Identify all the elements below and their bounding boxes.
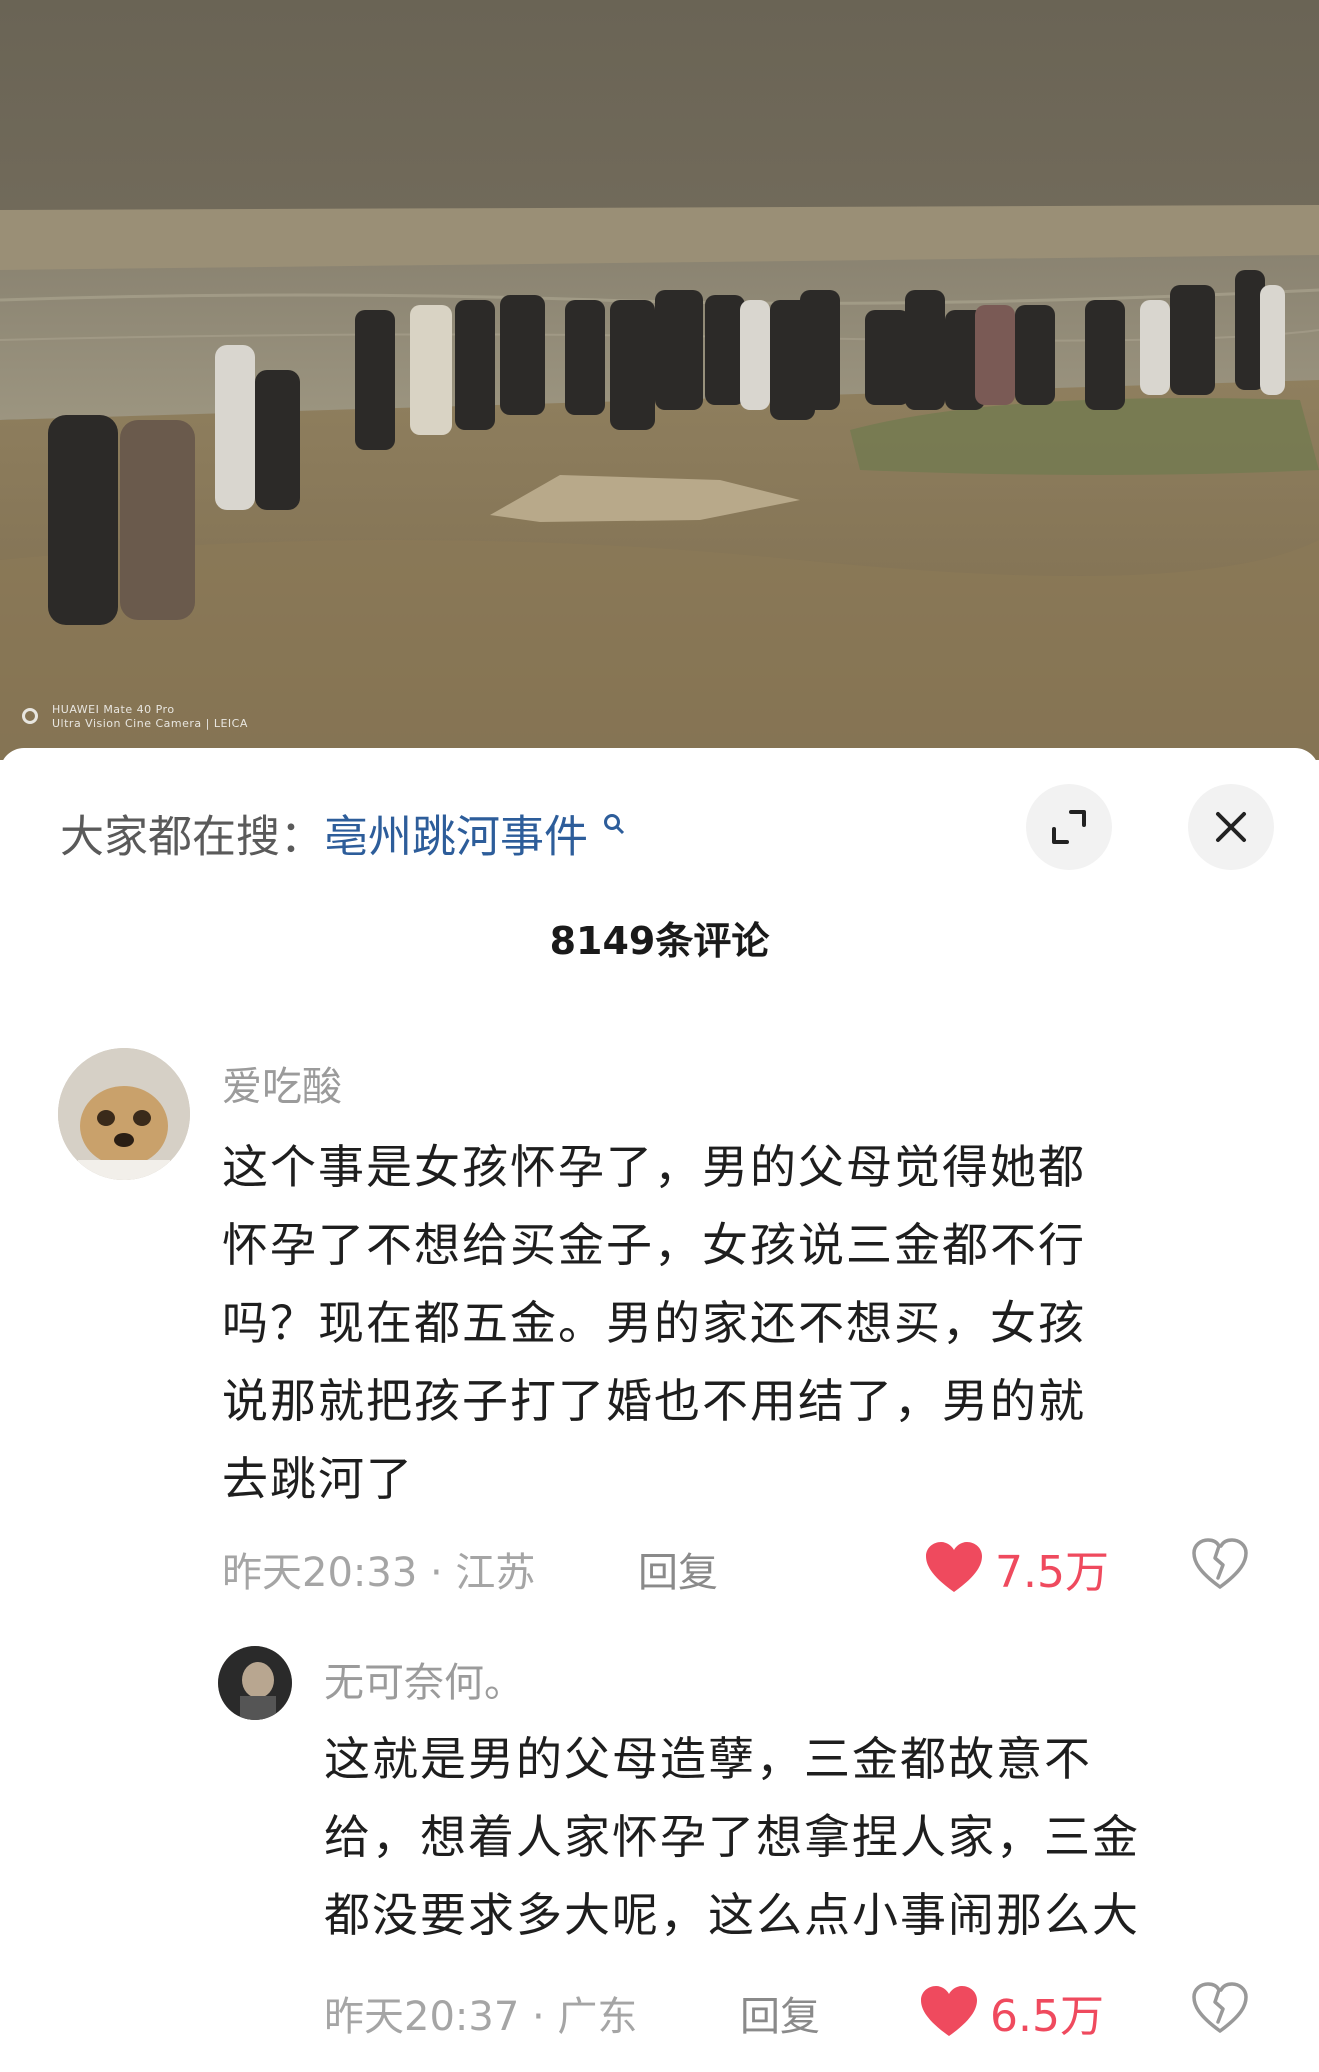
heart-icon [921, 1986, 977, 2036]
camera-logo-icon [22, 708, 38, 724]
like-count: 6.5万 [990, 1991, 1104, 2042]
comment-meta: 昨天20:33 · 江苏 [222, 1550, 536, 1596]
dislike-button[interactable] [1192, 1538, 1248, 1594]
riverbank-photo [0, 0, 1319, 760]
broken-heart-icon [1192, 1982, 1248, 2033]
like-count: 7.5万 [995, 1547, 1109, 1598]
search-prefix: 大家都在搜： [60, 811, 324, 863]
expand-button[interactable] [1026, 784, 1112, 870]
post-photo[interactable]: HUAWEI Mate 40 Pro Ultra Vision Cine Cam… [0, 0, 1319, 760]
avatar[interactable] [58, 1048, 190, 1180]
comment-line: 吗？现在都五金。男的家还不想买，女孩 [222, 1296, 1086, 1350]
watermark-line-2: Ultra Vision Cine Camera | LEICA [52, 717, 248, 730]
comment-text: 这就是男的父母造孽，三金都故意不 给，想着人家怀孕了想拿捏人家，三金 都没要求多… [324, 1720, 1140, 1954]
camera-watermark: HUAWEI Mate 40 Pro Ultra Vision Cine Cam… [22, 703, 248, 731]
comment-sheet: 大家都在搜：亳州跳河事件 8149条评论 爱吃酸 这个事是女孩怀孕了，男的父母觉… [0, 748, 1319, 2072]
comment-meta: 昨天20:37 · 广东 [324, 1994, 638, 2040]
like-button[interactable]: 7.5万 [925, 1536, 1109, 1600]
expand-icon [1052, 810, 1086, 844]
comment-count: 8149条评论 [549, 919, 770, 963]
avatar[interactable] [218, 1646, 292, 1720]
dislike-button[interactable] [1192, 1982, 1248, 2038]
watermark-line-1: HUAWEI Mate 40 Pro [52, 703, 175, 716]
comment-line: 去跳河了 [222, 1452, 414, 1506]
reply-button[interactable]: 回复 [740, 1984, 820, 2042]
comment-text: 这个事是女孩怀孕了，男的父母觉得她都 怀孕了不想给买金子，女孩说三金都不行 吗？… [222, 1128, 1086, 1518]
comment-username[interactable]: 爱吃酸 [222, 1054, 342, 1112]
comment-line: 说那就把孩子打了婚也不用结了，男的就 [222, 1374, 1086, 1428]
comment-line: 都没要求多大呢，这么点小事闹那么大 [324, 1888, 1140, 1942]
close-icon [1216, 812, 1246, 842]
comment-line: 这个事是女孩怀孕了，男的父母觉得她都 [222, 1140, 1086, 1194]
comment-line: 这就是男的父母造孽，三金都故意不 [324, 1732, 1092, 1786]
comment-line: 怀孕了不想给买金子，女孩说三金都不行 [222, 1218, 1086, 1272]
heart-icon [926, 1542, 982, 1592]
search-term-link[interactable]: 亳州跳河事件 [324, 812, 588, 863]
close-button[interactable] [1188, 784, 1274, 870]
broken-heart-icon [1192, 1538, 1248, 1589]
comment-username[interactable]: 无可奈何。 [324, 1650, 524, 1708]
reply-button[interactable]: 回复 [638, 1540, 718, 1598]
trending-search[interactable]: 大家都在搜：亳州跳河事件 [60, 798, 626, 863]
comment-line: 给，想着人家怀孕了想拿捏人家，三金 [324, 1810, 1140, 1864]
search-icon [594, 813, 626, 843]
like-button[interactable]: 6.5万 [920, 1980, 1104, 2044]
